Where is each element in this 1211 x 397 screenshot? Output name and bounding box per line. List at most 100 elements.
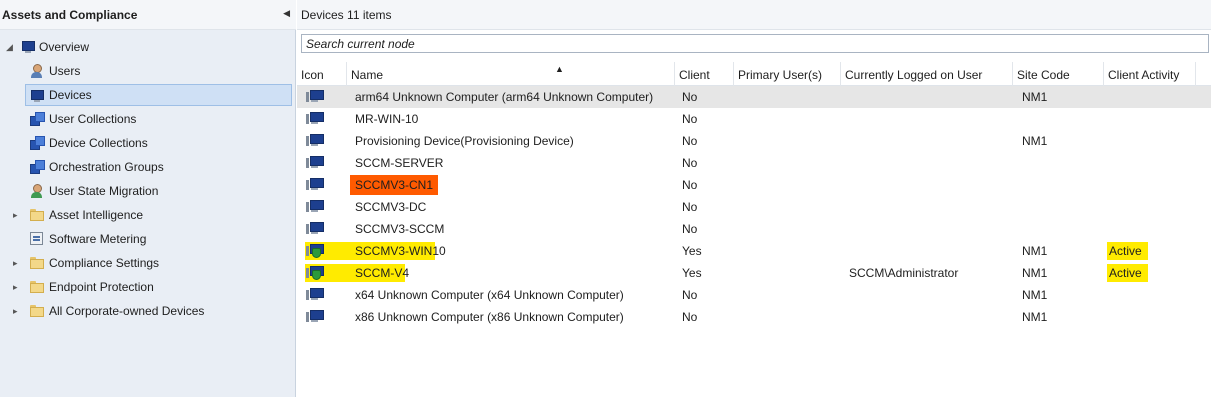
column-header-logged-on-user[interactable]: Currently Logged on User — [841, 62, 1013, 86]
collapse-pane-icon[interactable]: ◀ — [283, 8, 290, 19]
pane-title: Devices 11 items — [301, 8, 392, 22]
column-header-client-activity[interactable]: Client Activity — [1104, 62, 1196, 86]
nav-item-all-corporate-owned-devices[interactable]: ▸ All Corporate-owned Devices — [0, 300, 294, 322]
column-header-name[interactable]: ▲ Name — [347, 62, 675, 86]
user-collections-icon — [29, 112, 45, 126]
nav-item-label: Devices — [49, 88, 92, 102]
table-row[interactable]: SCCM-SERVER No — [297, 152, 1211, 174]
cell-client: No — [682, 90, 698, 104]
device-icon — [306, 133, 324, 148]
nav-item-devices[interactable]: Devices — [25, 84, 292, 106]
device-collections-icon — [29, 136, 45, 150]
table-row[interactable]: SCCMV3-DC No — [297, 196, 1211, 218]
cell-name: arm64 Unknown Computer (arm64 Unknown Co… — [355, 90, 654, 104]
managed-device-icon — [306, 265, 324, 280]
cell-name: SCCM-V4 — [355, 266, 410, 280]
cell-site-code: NM1 — [1022, 266, 1048, 280]
nav-item-label: Users — [49, 64, 81, 78]
orchestration-groups-icon — [29, 160, 45, 174]
devices-pane: Devices 11 items Icon ▲ Name Client Prim… — [297, 0, 1211, 397]
nav-item-overview[interactable]: ◢ Overview — [0, 36, 294, 58]
search-input[interactable] — [302, 35, 1208, 52]
cell-name: x86 Unknown Computer (x86 Unknown Comput… — [355, 310, 624, 324]
table-row[interactable]: SCCMV3-WIN10 Yes NM1 Active — [297, 240, 1211, 262]
cell-name: SCCMV3-SCCM — [355, 222, 445, 236]
cell-client: No — [682, 112, 698, 126]
column-header-icon[interactable]: Icon — [297, 62, 347, 86]
nav-header: Assets and Compliance ◀ — [0, 0, 296, 30]
column-header-site-code[interactable]: Site Code — [1013, 62, 1104, 86]
folder-icon — [29, 304, 45, 318]
navigation-pane: Assets and Compliance ◀ ◢ Overview Users… — [0, 0, 296, 397]
cell-name: SCCMV3-CN1 — [350, 175, 439, 195]
folder-icon — [29, 208, 45, 222]
nav-item-device-collections[interactable]: Device Collections — [0, 132, 294, 154]
cell-name: Provisioning Device(Provisioning Device) — [355, 134, 574, 148]
cell-client: No — [682, 134, 698, 148]
column-label: Name — [351, 68, 384, 82]
expand-arrow-icon[interactable]: ▸ — [13, 300, 18, 322]
nav-item-orchestration-groups[interactable]: Orchestration Groups — [0, 156, 294, 178]
column-header-primary-users[interactable]: Primary User(s) — [734, 62, 841, 86]
expand-arrow-icon[interactable]: ▸ — [13, 252, 18, 274]
device-icon — [29, 89, 45, 103]
search-box[interactable] — [301, 34, 1209, 53]
cell-logged-on-user: SCCM\Administrator — [849, 266, 959, 280]
table-row[interactable]: SCCM-V4 Yes SCCM\Administrator NM1 Activ… — [297, 262, 1211, 284]
item-count: 11 items — [347, 8, 392, 22]
cell-client: No — [682, 156, 698, 170]
cell-client: Yes — [682, 244, 702, 258]
nav-item-endpoint-protection[interactable]: ▸ Endpoint Protection — [0, 276, 294, 298]
device-icon — [306, 287, 324, 302]
nav-item-asset-intelligence[interactable]: ▸ Asset Intelligence — [0, 204, 294, 226]
table-row[interactable]: SCCMV3-CN1 No — [297, 174, 1211, 196]
cell-site-code: NM1 — [1022, 244, 1048, 258]
nav-item-label: User State Migration — [49, 184, 159, 198]
cell-client-activity: Active — [1107, 242, 1148, 260]
table-row[interactable]: SCCMV3-SCCM No — [297, 218, 1211, 240]
overview-icon — [20, 40, 36, 54]
nav-item-label: User Collections — [49, 112, 137, 126]
device-icon — [306, 309, 324, 324]
device-icon — [306, 199, 324, 214]
user-state-migration-icon — [29, 184, 45, 198]
table-row[interactable]: Provisioning Device(Provisioning Device)… — [297, 130, 1211, 152]
collapse-arrow-icon[interactable]: ◢ — [6, 36, 13, 58]
nav-item-compliance-settings[interactable]: ▸ Compliance Settings — [0, 252, 294, 274]
cell-site-code: NM1 — [1022, 310, 1048, 324]
column-header-row: Icon ▲ Name Client Primary User(s) Curre… — [297, 62, 1211, 86]
device-icon — [306, 177, 324, 192]
cell-client-activity: Active — [1107, 264, 1148, 282]
nav-item-label: All Corporate-owned Devices — [49, 304, 205, 318]
table-row[interactable]: x64 Unknown Computer (x64 Unknown Comput… — [297, 284, 1211, 306]
nav-item-label: Device Collections — [49, 136, 148, 150]
cell-client: No — [682, 222, 698, 236]
managed-device-icon — [306, 243, 324, 258]
cell-site-code: NM1 — [1022, 288, 1048, 302]
column-header-client[interactable]: Client — [675, 62, 734, 86]
nav-item-label: Compliance Settings — [49, 256, 160, 270]
cell-client: No — [682, 178, 698, 192]
table-row[interactable]: arm64 Unknown Computer (arm64 Unknown Co… — [297, 86, 1211, 108]
cell-name: x64 Unknown Computer (x64 Unknown Comput… — [355, 288, 624, 302]
folder-icon — [29, 256, 45, 270]
pane-header: Devices 11 items — [297, 0, 1211, 30]
device-icon — [306, 111, 324, 126]
nav-item-software-metering[interactable]: Software Metering — [0, 228, 294, 250]
cell-name: SCCMV3-WIN10 — [355, 244, 446, 258]
device-icon — [306, 221, 324, 236]
folder-icon — [29, 280, 45, 294]
nav-item-user-state-migration[interactable]: User State Migration — [0, 180, 294, 202]
nav-item-users[interactable]: Users — [0, 60, 294, 82]
cell-client: Yes — [682, 266, 702, 280]
table-row[interactable]: x86 Unknown Computer (x86 Unknown Comput… — [297, 306, 1211, 328]
expand-arrow-icon[interactable]: ▸ — [13, 204, 18, 226]
device-icon — [306, 89, 324, 104]
nav-item-label: Software Metering — [49, 232, 147, 246]
expand-arrow-icon[interactable]: ▸ — [13, 276, 18, 298]
nav-item-label: Asset Intelligence — [49, 208, 144, 222]
software-metering-icon — [29, 232, 45, 246]
nav-item-label: Orchestration Groups — [49, 160, 164, 174]
table-row[interactable]: MR-WIN-10 No — [297, 108, 1211, 130]
nav-item-user-collections[interactable]: User Collections — [0, 108, 294, 130]
